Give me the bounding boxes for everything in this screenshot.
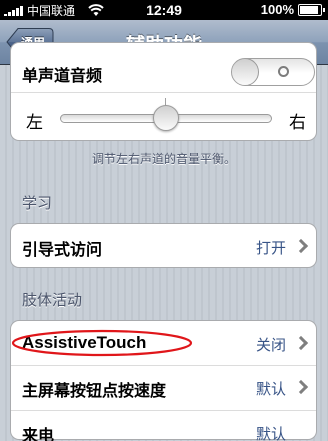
physical-motor-group: AssistiveTouch 关闭 主屏幕按钮点按速度 默认 来电 默认 xyxy=(10,320,317,441)
home-click-speed-row[interactable]: 主屏幕按钮点按速度 默认 xyxy=(11,366,316,410)
assistive-touch-value: 关闭 xyxy=(256,336,287,354)
mono-audio-switch[interactable] xyxy=(231,58,315,86)
chevron-right-icon xyxy=(293,379,309,395)
switch-off-icon xyxy=(278,66,289,77)
mono-audio-label: 单声道音频 xyxy=(22,66,103,85)
guided-access-label: 引导式访问 xyxy=(22,240,103,259)
partial-row[interactable]: 来电 默认 xyxy=(11,411,316,441)
balance-slider-knob[interactable] xyxy=(153,105,179,131)
assistive-touch-label: AssistiveTouch xyxy=(22,333,147,352)
guided-access-row[interactable]: 引导式访问 打开 xyxy=(10,223,317,268)
chevron-right-icon xyxy=(293,335,309,351)
home-click-speed-label: 主屏幕按钮点按速度 xyxy=(22,381,167,400)
balance-right-label: 右 xyxy=(289,113,306,133)
balance-left-label: 左 xyxy=(26,113,43,133)
battery-fill xyxy=(300,6,318,14)
status-bar: 中国联通 12:49 100% xyxy=(0,0,328,20)
physical-motor-section-header: 肢体活动 xyxy=(22,291,83,309)
battery-percent: 100% xyxy=(260,2,294,17)
chevron-right-icon xyxy=(293,238,309,254)
guided-access-value: 打开 xyxy=(256,239,287,257)
learning-section-header: 学习 xyxy=(22,194,53,212)
partial-row-label: 来电 xyxy=(22,426,55,441)
partial-row-value: 默认 xyxy=(256,425,287,441)
home-click-speed-value: 默认 xyxy=(256,380,287,398)
battery-icon xyxy=(298,4,325,16)
row-divider xyxy=(11,92,316,93)
assistive-touch-row[interactable]: AssistiveTouch 关闭 xyxy=(11,321,316,365)
switch-knob xyxy=(232,59,259,85)
balance-footnote: 调节左右声道的音量平衡。 xyxy=(91,152,236,166)
